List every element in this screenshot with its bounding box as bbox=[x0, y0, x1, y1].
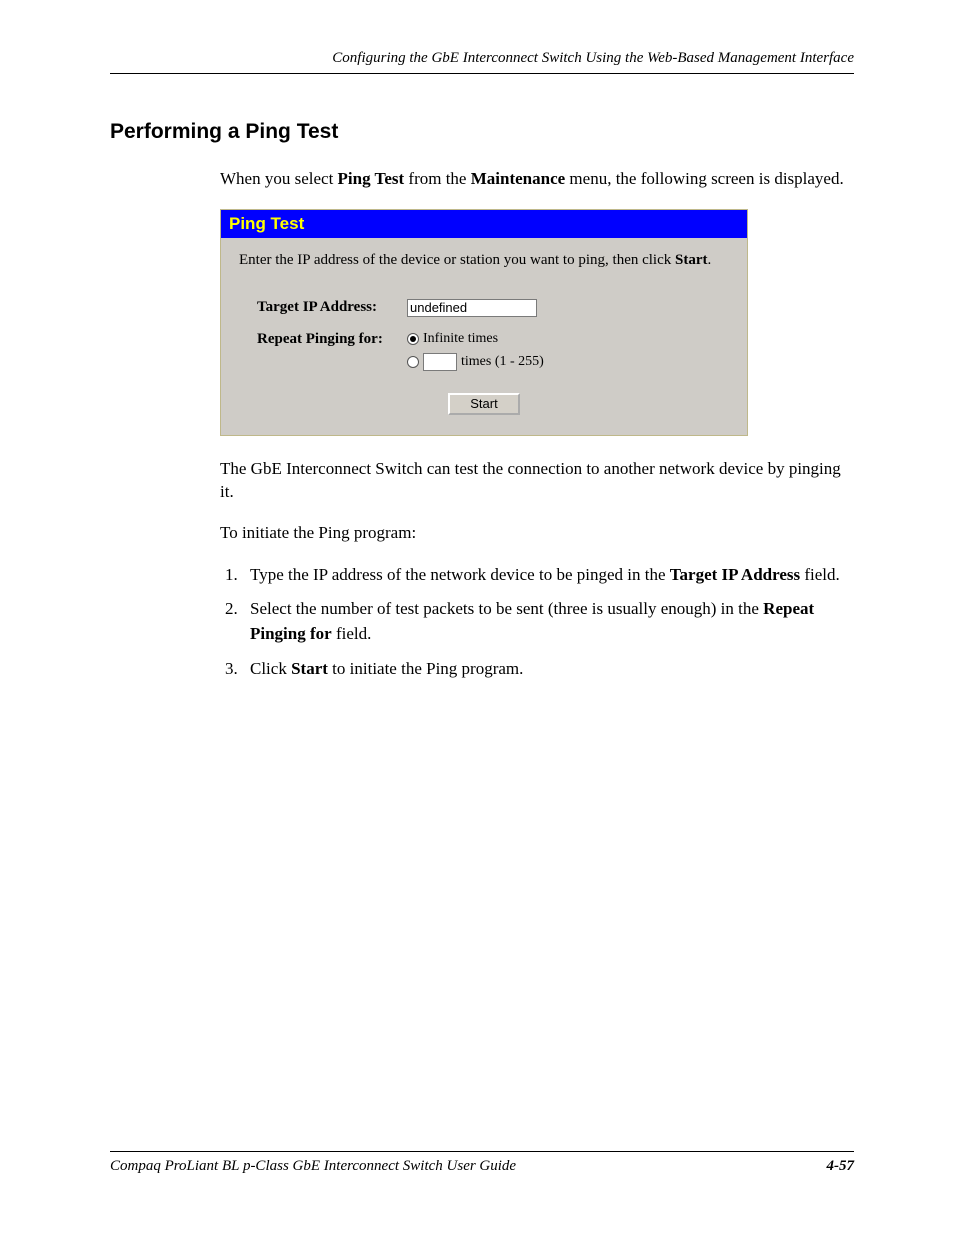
footer-title: Compaq ProLiant BL p-Class GbE Interconn… bbox=[110, 1158, 516, 1175]
after-text-1: The GbE Interconnect Switch can test the… bbox=[220, 458, 854, 504]
steps-list: Type the IP address of the network devic… bbox=[220, 563, 854, 682]
radio-infinite-line[interactable]: Infinite times bbox=[407, 331, 544, 347]
step-1: Type the IP address of the network devic… bbox=[242, 563, 854, 588]
s2-post: field. bbox=[332, 624, 372, 643]
repeat-label: Repeat Pinging for: bbox=[257, 331, 407, 348]
radio-times-suffix: times (1 - 255) bbox=[461, 354, 544, 370]
s2-pre: Select the number of test packets to be … bbox=[250, 599, 763, 618]
step-3: Click Start to initiate the Ping program… bbox=[242, 657, 854, 682]
intro-paragraph: When you select Ping Test from the Maint… bbox=[220, 168, 854, 191]
target-ip-input[interactable] bbox=[407, 299, 537, 317]
step-2: Select the number of test packets to be … bbox=[242, 597, 854, 646]
target-ip-label: Target IP Address: bbox=[257, 299, 407, 316]
running-header: Configuring the GbE Interconnect Switch … bbox=[110, 50, 854, 74]
instr-bold: Start bbox=[675, 252, 708, 268]
ping-test-panel: Ping Test Enter the IP address of the de… bbox=[220, 209, 748, 436]
radio-infinite-label: Infinite times bbox=[423, 331, 498, 347]
target-ip-row: Target IP Address: bbox=[257, 299, 729, 317]
intro-text-mid: from the bbox=[404, 169, 471, 188]
s3-post: to initiate the Ping program. bbox=[328, 659, 523, 678]
after-text-2: To initiate the Ping program: bbox=[220, 522, 854, 545]
radio-times-line[interactable]: times (1 - 255) bbox=[407, 353, 544, 371]
repeat-row: Repeat Pinging for: Infinite times times… bbox=[257, 331, 729, 371]
s3-pre: Click bbox=[250, 659, 291, 678]
repeat-radio-group: Infinite times times (1 - 255) bbox=[407, 331, 544, 371]
times-input[interactable] bbox=[423, 353, 457, 371]
start-button[interactable]: Start bbox=[448, 393, 520, 415]
panel-body: Enter the IP address of the device or st… bbox=[221, 238, 747, 435]
start-row: Start bbox=[239, 393, 729, 415]
radio-infinite[interactable] bbox=[407, 333, 419, 345]
page-footer: Compaq ProLiant BL p-Class GbE Interconn… bbox=[110, 1151, 854, 1175]
section-title: Performing a Ping Test bbox=[110, 120, 854, 144]
panel-title: Ping Test bbox=[221, 210, 747, 238]
s3-bold: Start bbox=[291, 659, 328, 678]
s1-pre: Type the IP address of the network devic… bbox=[250, 565, 670, 584]
s1-post: field. bbox=[800, 565, 840, 584]
panel-instruction: Enter the IP address of the device or st… bbox=[239, 252, 729, 269]
intro-text-post: menu, the following screen is displayed. bbox=[565, 169, 844, 188]
intro-bold-1: Ping Test bbox=[338, 169, 405, 188]
intro-text: When you select bbox=[220, 169, 338, 188]
s1-bold: Target IP Address bbox=[670, 565, 800, 584]
instr-post: . bbox=[708, 252, 712, 268]
footer-page-number: 4-57 bbox=[827, 1158, 855, 1175]
radio-times[interactable] bbox=[407, 356, 419, 368]
intro-bold-2: Maintenance bbox=[471, 169, 565, 188]
instr-pre: Enter the IP address of the device or st… bbox=[239, 252, 675, 268]
